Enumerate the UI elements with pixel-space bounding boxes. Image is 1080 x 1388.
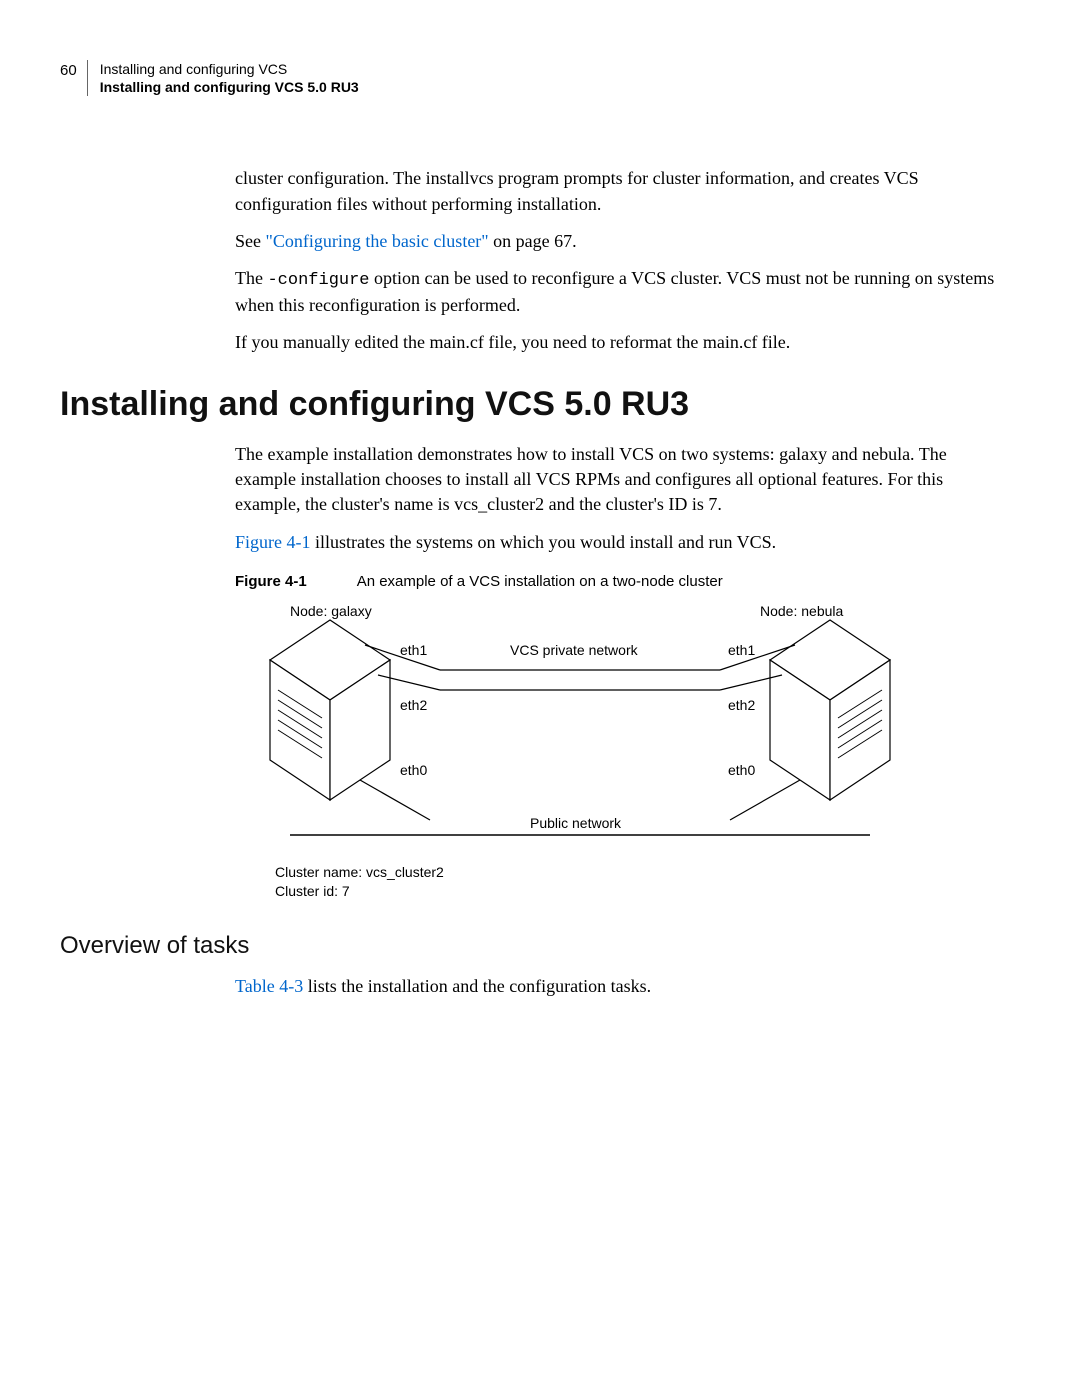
intro-paragraph-3: The -configure option can be used to rec… xyxy=(235,266,1000,318)
text-suffix: on page 67. xyxy=(489,231,577,251)
code-configure-option: -configure xyxy=(267,271,369,290)
diagram-label-eth0-right: eth0 xyxy=(728,762,755,778)
figure-caption-row: Figure 4-1 An example of a VCS installat… xyxy=(235,573,1000,590)
diagram-label-eth2-right: eth2 xyxy=(728,697,755,713)
section-heading: Installing and configuring VCS 5.0 RU3 xyxy=(60,385,1000,424)
diagram-label-eth1-left: eth1 xyxy=(400,642,427,658)
section-paragraph-1: The example installation demonstrates ho… xyxy=(235,442,1000,518)
link-table-4-3[interactable]: Table 4-3 xyxy=(235,976,303,996)
link-figure-4-1[interactable]: Figure 4-1 xyxy=(235,532,311,552)
header-text: Installing and configuring VCS Installin… xyxy=(100,60,359,96)
subsection-heading: Overview of tasks xyxy=(60,932,1000,960)
network-diagram: Node: galaxy Node: nebula xyxy=(260,600,1000,855)
figure-subtext: Cluster name: vcs_cluster2 Cluster id: 7 xyxy=(275,863,1000,902)
page: 60 Installing and configuring VCS Instal… xyxy=(0,0,1080,1071)
subsection-heading-text: Overview of tasks xyxy=(60,932,249,959)
intro-paragraph-4: If you manually edited the main.cf file,… xyxy=(235,330,1000,355)
header-section: Installing and configuring VCS 5.0 RU3 xyxy=(100,78,359,96)
page-number: 60 xyxy=(60,60,77,79)
intro-paragraph-2: See "Configuring the basic cluster" on p… xyxy=(235,229,1000,254)
subsection-content: Table 4-3 lists the installation and the… xyxy=(235,974,1000,999)
cluster-id-text: Cluster id: 7 xyxy=(275,882,1000,902)
body-content: cluster configuration. The installvcs pr… xyxy=(235,166,1000,355)
figure-label: Figure 4-1 xyxy=(235,573,307,590)
header-chapter: Installing and configuring VCS xyxy=(100,60,359,78)
figure-caption: An example of a VCS installation on a tw… xyxy=(357,573,723,590)
subsection-paragraph-1: Table 4-3 lists the installation and the… xyxy=(235,974,1000,999)
diagram-label-public-network: Public network xyxy=(530,815,622,831)
diagram-label-private-network: VCS private network xyxy=(510,642,639,658)
diagram-label-eth1-right: eth1 xyxy=(728,642,755,658)
diagram-label-eth0-left: eth0 xyxy=(400,762,427,778)
cluster-name-text: Cluster name: vcs_cluster2 xyxy=(275,863,1000,883)
diagram-label-node-right: Node: nebula xyxy=(760,603,844,619)
section-paragraph-2: Figure 4-1 illustrates the systems on wh… xyxy=(235,530,1000,555)
header-divider xyxy=(87,60,88,96)
text-prefix: See xyxy=(235,231,266,251)
text-suffix: lists the installation and the configura… xyxy=(303,976,651,996)
text-suffix: illustrates the systems on which you wou… xyxy=(311,532,777,552)
diagram-label-eth2-left: eth2 xyxy=(400,697,427,713)
intro-paragraph-1: cluster configuration. The installvcs pr… xyxy=(235,166,1000,216)
text-prefix: The xyxy=(235,268,267,288)
section-content: The example installation demonstrates ho… xyxy=(235,442,1000,902)
link-configuring-basic-cluster[interactable]: "Configuring the basic cluster" xyxy=(266,231,489,251)
page-header: 60 Installing and configuring VCS Instal… xyxy=(60,60,1000,96)
diagram-label-node-left: Node: galaxy xyxy=(290,603,372,619)
